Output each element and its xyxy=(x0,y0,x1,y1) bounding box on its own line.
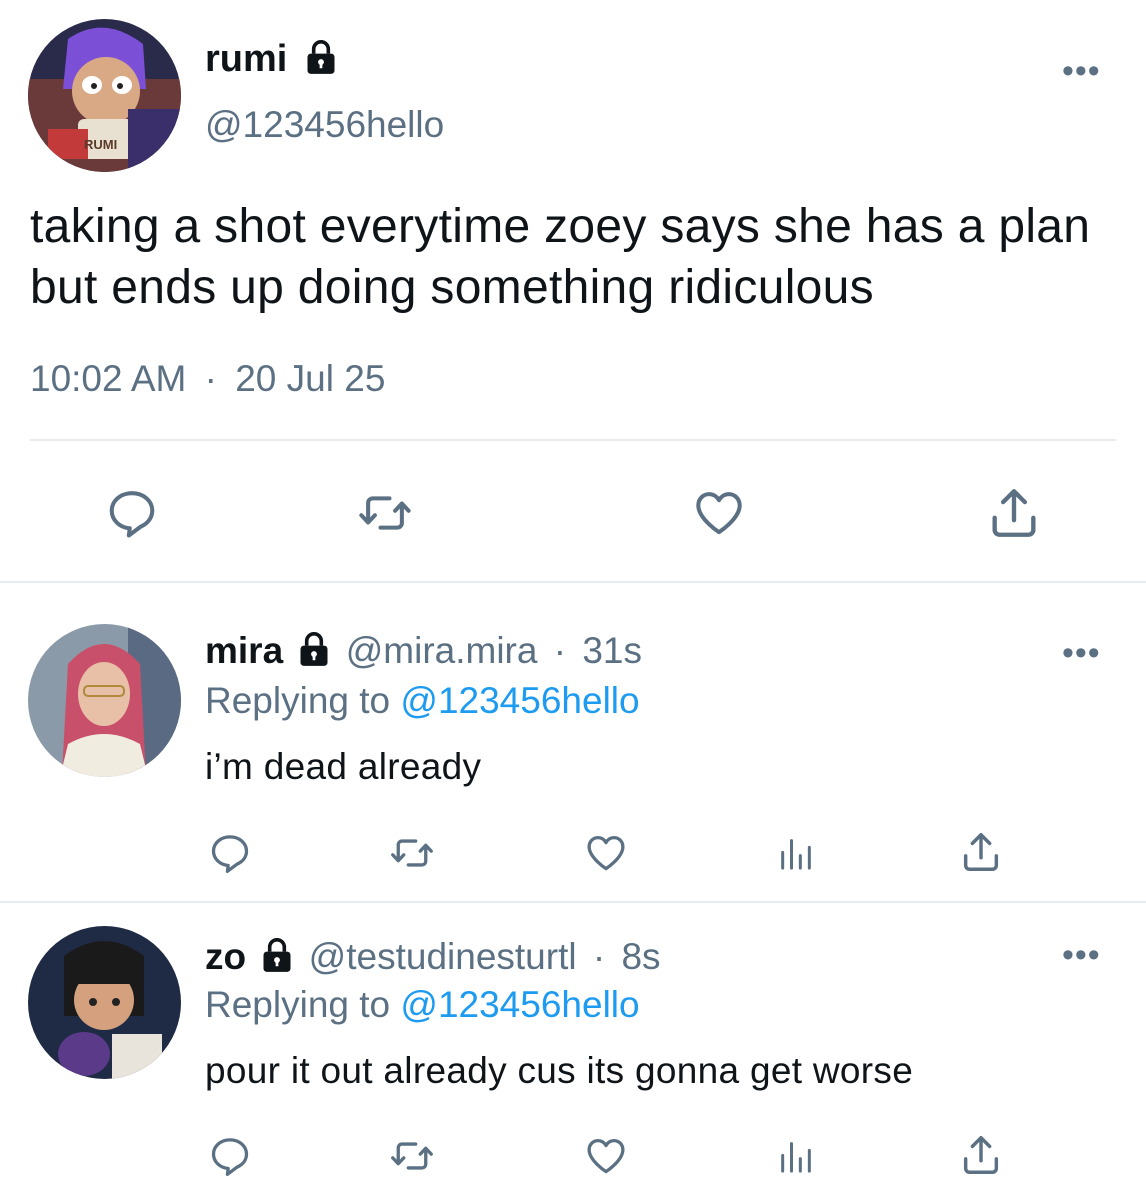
timestamp-separator: · xyxy=(204,358,217,399)
retweet-icon[interactable] xyxy=(390,1134,434,1178)
analytics-icon[interactable] xyxy=(776,1136,816,1178)
replying-to: Replying to @123456hello xyxy=(205,984,640,1026)
replying-handle[interactable]: @123456hello xyxy=(400,984,639,1025)
more-icon[interactable]: ••• xyxy=(1062,936,1101,975)
author-name-row: rumi xyxy=(205,38,338,81)
share-icon[interactable] xyxy=(958,1132,1004,1178)
reply-handle[interactable]: @mira.mira xyxy=(346,630,538,671)
tweet-timestamp[interactable]: 10:02 AM · 20 Jul 25 xyxy=(30,358,385,400)
reply-icon[interactable] xyxy=(208,831,252,875)
author-name[interactable]: rumi xyxy=(205,38,287,80)
reply-avatar[interactable] xyxy=(28,624,181,777)
retweet-icon[interactable] xyxy=(390,831,434,875)
reply-header: mira @mira.mira · 31s xyxy=(205,630,642,672)
reply-text: i’m dead already xyxy=(205,746,482,787)
reply-age[interactable]: 8s xyxy=(621,936,660,977)
author-handle[interactable]: @123456hello xyxy=(205,104,444,146)
divider xyxy=(30,439,1116,441)
lock-icon xyxy=(297,631,331,667)
reply-icon[interactable] xyxy=(208,1134,252,1178)
replying-prefix: Replying to xyxy=(205,680,391,721)
retweet-icon[interactable] xyxy=(358,486,412,540)
like-icon[interactable] xyxy=(583,831,629,875)
reply-name[interactable]: mira xyxy=(205,630,283,671)
replying-prefix: Replying to xyxy=(205,984,391,1025)
replying-to: Replying to @123456hello xyxy=(205,680,640,722)
replying-handle[interactable]: @123456hello xyxy=(400,680,639,721)
share-icon[interactable] xyxy=(958,829,1004,875)
divider xyxy=(0,901,1146,903)
author-avatar[interactable]: RUMI xyxy=(28,19,181,172)
more-icon[interactable]: ••• xyxy=(1062,634,1101,673)
reply-age[interactable]: 31s xyxy=(582,630,642,671)
share-icon[interactable] xyxy=(985,484,1043,542)
avatar-image xyxy=(28,926,181,1079)
tweet-time: 10:02 AM xyxy=(30,358,187,399)
reply-icon[interactable] xyxy=(105,486,159,540)
tweet-date: 20 Jul 25 xyxy=(235,358,386,399)
divider xyxy=(0,581,1146,583)
analytics-icon[interactable] xyxy=(776,833,816,875)
like-icon[interactable] xyxy=(583,1134,629,1178)
tweet-text: taking a shot everytime zoey says she ha… xyxy=(30,200,1091,314)
like-icon[interactable] xyxy=(690,486,748,540)
more-icon[interactable]: ••• xyxy=(1062,52,1101,91)
avatar-image xyxy=(28,624,181,777)
reply-separator: · xyxy=(592,936,606,977)
avatar-cup-label: RUMI xyxy=(84,137,118,152)
reply-avatar[interactable] xyxy=(28,926,181,1079)
reply-handle[interactable]: @testudinesturtl xyxy=(309,936,577,977)
reply-header: zo @testudinesturtl · 8s xyxy=(205,936,661,978)
reply-name[interactable]: zo xyxy=(205,936,246,977)
lock-icon xyxy=(304,39,338,75)
reply-text: pour it out already cus its gonna get wo… xyxy=(205,1050,914,1091)
lock-icon xyxy=(260,937,294,973)
reply-separator: · xyxy=(553,630,567,671)
